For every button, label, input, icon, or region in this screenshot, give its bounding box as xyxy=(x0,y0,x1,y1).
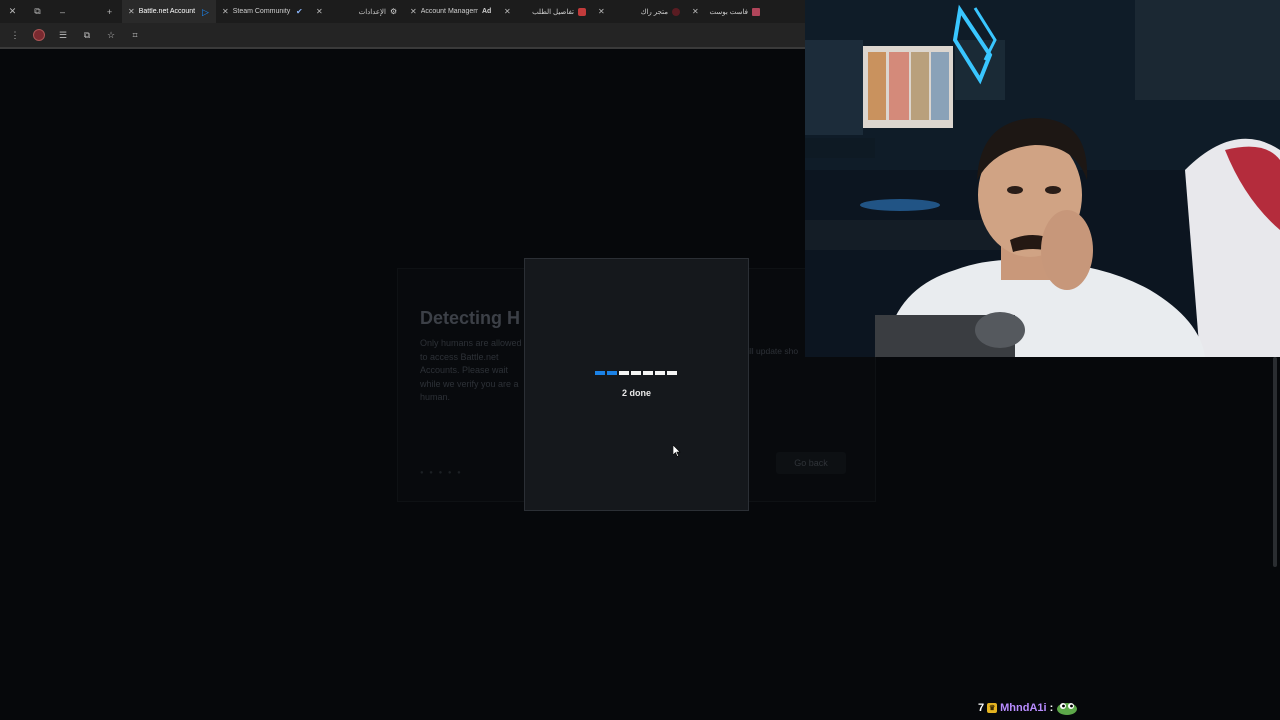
loading-dots: ● ● ● ● ● xyxy=(420,470,463,476)
toolbar-divider xyxy=(0,47,805,49)
tab-close-icon[interactable]: ✕ xyxy=(410,7,417,16)
tab-title: Account Managem xyxy=(420,8,478,15)
progress-segment-pending xyxy=(619,371,629,375)
minimize-icon[interactable]: – xyxy=(50,0,75,23)
tab-close-icon[interactable]: ✕ xyxy=(598,7,605,16)
tab-title: Steam Community xyxy=(232,8,291,15)
tab-close-icon[interactable]: ✕ xyxy=(222,7,229,16)
progress-bar xyxy=(595,371,677,375)
tab-battlenet[interactable]: ✕ Battle.net Account ▷ xyxy=(122,0,216,23)
tab-title: تفاصيل الطلب xyxy=(532,8,574,16)
tab-close-icon[interactable]: ✕ xyxy=(316,7,323,16)
page-title: Detecting H xyxy=(420,308,521,328)
tab-title: الإعدادات xyxy=(358,8,386,16)
progress-segment-pending xyxy=(643,371,653,375)
tab-steam[interactable]: ✕ Steam Community ✔ xyxy=(216,0,310,23)
fastpost-favicon-icon xyxy=(752,7,760,16)
go-back-button[interactable]: Go back xyxy=(776,452,846,474)
chat-count: 7 xyxy=(978,702,985,714)
progress-segment-done xyxy=(595,371,605,375)
browser-tab-bar: ✕ ⧉ – + ✕ Battle.net Account ▷ ✕ Steam C… xyxy=(0,0,805,23)
tab-title: فاست بوست xyxy=(709,8,748,16)
scrollbar[interactable] xyxy=(1273,357,1277,567)
window-close-icon[interactable]: ✕ xyxy=(0,0,25,23)
gear-icon: ⚙ xyxy=(390,6,398,16)
progress-segment-pending xyxy=(655,371,665,375)
tab-close-icon[interactable]: ✕ xyxy=(504,7,511,16)
restore-icon[interactable]: ⧉ xyxy=(25,0,50,23)
webcam-feed xyxy=(805,0,1280,357)
frog-emote-icon xyxy=(1057,703,1078,715)
tab-settings[interactable]: ✕ الإعدادات ⚙ xyxy=(310,0,404,23)
ad-favicon-icon: Ad xyxy=(482,7,492,15)
tab-account-management[interactable]: ✕ Account Managem Ad xyxy=(404,0,498,23)
progress-segment-pending xyxy=(667,371,677,375)
new-tab-button[interactable]: + xyxy=(97,0,122,23)
rak-favicon-icon xyxy=(672,7,680,16)
mouse-cursor-icon xyxy=(673,445,681,457)
tab-title: Battle.net Account xyxy=(138,8,196,15)
reading-list-icon[interactable]: ☰ xyxy=(56,28,70,42)
verification-modal: 2 done xyxy=(524,258,749,511)
steam-favicon-icon: ✔ xyxy=(296,6,303,16)
avatar[interactable] xyxy=(32,28,46,42)
tab-fast-post[interactable]: ✕ فاست بوست xyxy=(686,0,766,23)
progress-status: 2 done xyxy=(621,388,651,398)
page-side-text: ill update sho xyxy=(748,346,799,356)
translate-icon[interactable]: ⌗ xyxy=(128,28,142,42)
tab-title: متجر راك xyxy=(640,8,668,16)
store-favicon-icon xyxy=(578,7,586,16)
chat-separator: : xyxy=(1049,702,1054,714)
progress-segment-done xyxy=(607,371,617,375)
crown-badge-icon: ♛ xyxy=(987,703,998,713)
page-description: Only humans are allowed to access Battle… xyxy=(420,338,522,402)
tab-order-details[interactable]: ✕ تفاصيل الطلب xyxy=(498,0,592,23)
tab-rak-store[interactable]: ✕ متجر راك xyxy=(592,0,686,23)
menu-icon[interactable]: ⋮ xyxy=(8,28,22,42)
extensions-icon[interactable]: ⧉ xyxy=(80,28,94,42)
progress-segment-pending xyxy=(631,371,641,375)
tab-close-icon[interactable]: ✕ xyxy=(128,7,135,16)
tab-close-icon[interactable]: ✕ xyxy=(692,7,699,16)
browser-toolbar: ⋮ ☰ ⧉ ☆ ⌗ xyxy=(0,23,805,47)
chat-message: 7 ♛ MhndA1i : xyxy=(978,700,1078,716)
battlenet-favicon-icon: ▷ xyxy=(202,6,209,17)
bookmark-star-icon[interactable]: ☆ xyxy=(104,28,118,42)
chat-username[interactable]: MhndA1i xyxy=(1000,702,1046,714)
